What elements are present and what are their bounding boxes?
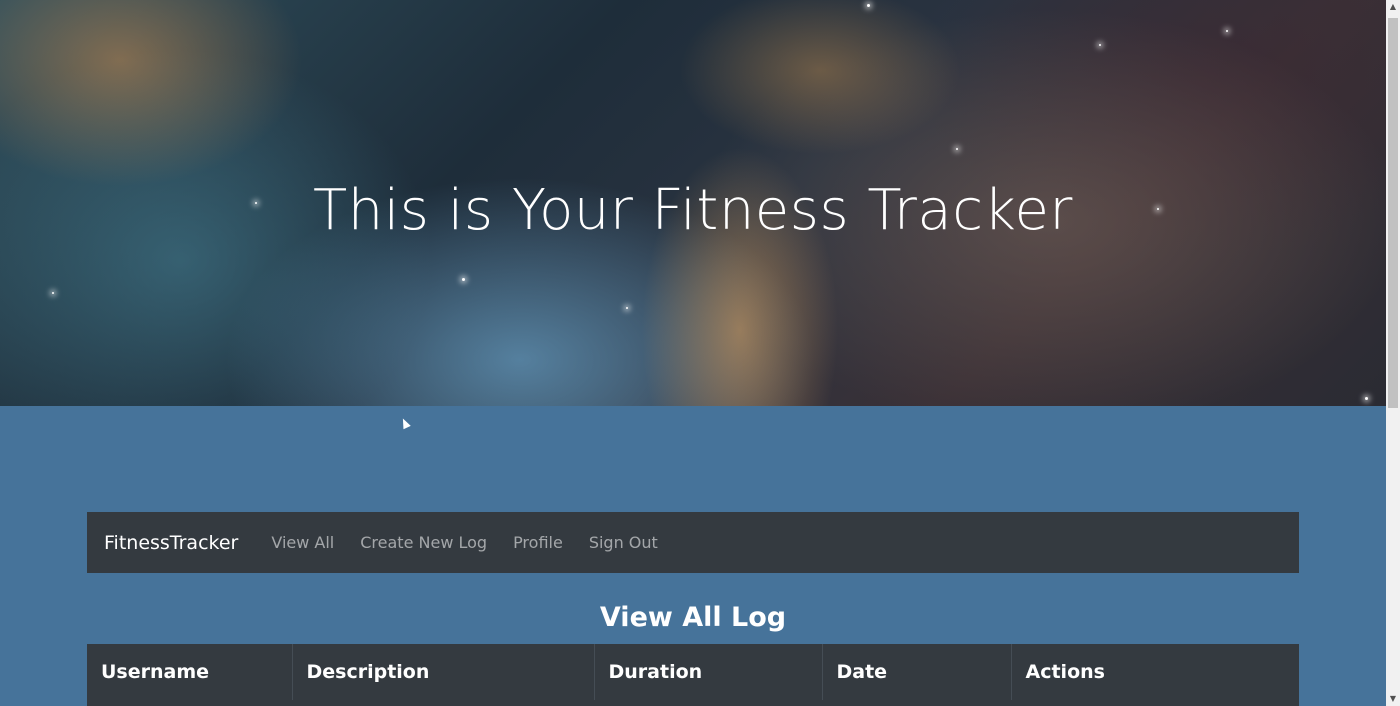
star-decoration bbox=[626, 307, 628, 309]
column-header-date: Date bbox=[822, 644, 1012, 700]
star-decoration bbox=[1099, 44, 1101, 46]
column-header-duration: Duration bbox=[594, 644, 823, 700]
hero-title: This is Your Fitness Tracker bbox=[313, 178, 1073, 243]
scrollbar-thumb[interactable] bbox=[1388, 18, 1398, 408]
star-decoration bbox=[462, 278, 465, 281]
star-decoration bbox=[1365, 397, 1368, 400]
page-scrollbar[interactable]: ▲ ▼ bbox=[1386, 0, 1400, 706]
navbar-brand[interactable]: FitnessTracker bbox=[104, 532, 238, 554]
page: This is Your Fitness Tracker FitnessTrac… bbox=[0, 0, 1400, 706]
star-decoration bbox=[52, 292, 54, 294]
hero-banner: This is Your Fitness Tracker bbox=[0, 0, 1386, 406]
star-decoration bbox=[1226, 30, 1228, 32]
column-header-description: Description bbox=[292, 644, 595, 700]
log-table: Username Description Duration Date Actio… bbox=[87, 644, 1299, 706]
mouse-cursor-icon bbox=[399, 416, 411, 430]
log-table-grid: Username Description Duration Date Actio… bbox=[87, 644, 1299, 700]
nav-link-create-new-log[interactable]: Create New Log bbox=[347, 533, 500, 552]
column-header-actions: Actions bbox=[1025, 661, 1105, 683]
table-header-row: Username Description Duration Date Actio… bbox=[87, 644, 1299, 700]
star-decoration bbox=[867, 4, 870, 7]
column-header-username: Username bbox=[87, 644, 293, 700]
section-title: View All Log bbox=[599, 602, 787, 633]
star-decoration bbox=[956, 148, 958, 150]
nav-link-sign-out[interactable]: Sign Out bbox=[576, 533, 671, 552]
navbar: FitnessTracker View All Create New Log P… bbox=[87, 512, 1299, 573]
scroll-up-arrow-icon[interactable]: ▲ bbox=[1386, 0, 1400, 14]
nav-link-profile[interactable]: Profile bbox=[500, 533, 576, 552]
nav-link-view-all[interactable]: View All bbox=[258, 533, 347, 552]
scroll-down-arrow-icon[interactable]: ▼ bbox=[1386, 692, 1400, 706]
